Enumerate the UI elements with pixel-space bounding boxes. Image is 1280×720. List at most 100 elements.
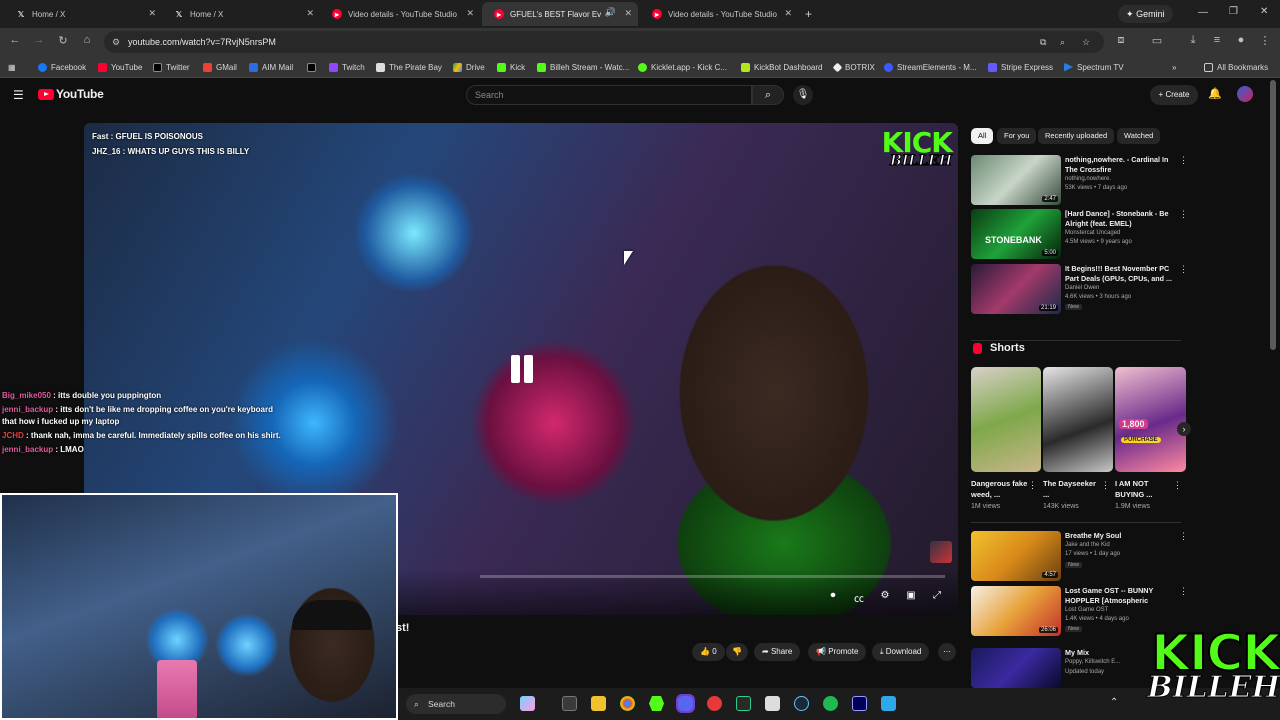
chip-watched[interactable]: Watched	[1117, 128, 1161, 144]
app-blue-icon[interactable]	[881, 696, 896, 711]
search-input[interactable]: Search	[466, 85, 752, 105]
download-icon[interactable]: ⤓	[1186, 34, 1200, 47]
video-title[interactable]: [Hard Dance] - Stonebank - Be Alright (f…	[1065, 209, 1173, 229]
bookmark-x[interactable]	[307, 60, 320, 74]
channel-watermark[interactable]	[930, 541, 952, 563]
menu-kebab-icon[interactable]: ⋮	[1258, 34, 1272, 47]
video-title[interactable]: It Begins!!! Best November PC Part Deals…	[1065, 264, 1173, 284]
video-thumbnail[interactable]: 4:57	[971, 531, 1061, 581]
channel-name[interactable]: Monstercat Uncaged	[1065, 230, 1120, 236]
bookmark-aim-mail[interactable]: AIM Mail	[249, 60, 293, 74]
chip-all[interactable]: All	[971, 128, 994, 144]
tab-search-icon[interactable]: ▭	[1150, 34, 1164, 47]
tab-youtube-studio-1[interactable]: ▸ Video details - YouTube Studio ✕	[320, 2, 480, 26]
tab-home-x-1[interactable]: 𝕏 Home / X ✕	[4, 2, 162, 26]
recommended-video[interactable]: 2:47 nothing,nowhere. - Cardinal In The …	[971, 155, 1188, 205]
window-close-icon[interactable]: ✕	[1260, 6, 1268, 17]
bookmark-star-icon[interactable]: ☆	[1082, 31, 1090, 53]
progress-bar[interactable]	[480, 575, 945, 578]
chip-for-you[interactable]: For you	[997, 128, 1037, 144]
share-button[interactable]: ➦ Share	[754, 643, 801, 661]
more-bookmarks-icon[interactable]: »	[1172, 60, 1176, 74]
tray-chevron-up-icon[interactable]: ⌃	[1110, 697, 1118, 708]
short-title[interactable]: I AM NOT BUYING ...	[1115, 478, 1173, 500]
gemini-button[interactable]: ✦ Gemini	[1118, 5, 1173, 23]
close-tab-icon[interactable]: ✕	[466, 8, 474, 19]
more-vertical-icon[interactable]: ⋮	[1179, 264, 1188, 275]
pause-button[interactable]	[504, 351, 540, 387]
short-thumbnail[interactable]: 1,800 PURCHASE	[1115, 367, 1186, 472]
address-bar[interactable]: ⚙ youtube.com/watch?v=7RvjN5nrsPM ⧉ ⌕ ☆	[104, 31, 1104, 53]
app-red-icon[interactable]	[707, 696, 722, 711]
close-tab-icon[interactable]: ✕	[624, 8, 632, 19]
page-scrollbar[interactable]	[1270, 80, 1276, 350]
chevron-right-icon[interactable]: ›	[1177, 422, 1191, 436]
more-vertical-icon[interactable]: ⋮	[1179, 209, 1188, 220]
promote-button[interactable]: 📢 Promote	[808, 643, 867, 661]
forward-icon[interactable]: →	[32, 34, 46, 46]
video-thumbnail[interactable]: 2:47	[971, 155, 1061, 205]
spotify-icon[interactable]	[823, 696, 838, 711]
miniplayer-icon[interactable]: ▣	[904, 590, 918, 601]
video-thumbnail[interactable]: STONEBANK 5:00	[971, 209, 1061, 259]
bookmark-stripe[interactable]: Stripe Express	[988, 60, 1053, 74]
more-vertical-icon[interactable]: ⋮	[1179, 586, 1188, 597]
subtitles-icon[interactable]: ㏄	[852, 590, 866, 605]
more-vertical-icon[interactable]: ⋮	[1101, 480, 1110, 491]
more-vertical-icon[interactable]: ⋮	[1173, 480, 1182, 491]
bookmark-botrix[interactable]: BOTRIX	[832, 60, 875, 74]
apps-icon[interactable]: ▦	[8, 60, 16, 74]
profile-icon[interactable]: ●	[1234, 34, 1248, 46]
search-button[interactable]: ⌕	[752, 85, 784, 105]
voice-search-button[interactable]: 🎙	[793, 85, 813, 105]
extensions-icon[interactable]: ⧈	[1114, 34, 1128, 47]
close-tab-icon[interactable]: ✕	[784, 8, 792, 19]
bookmark-drive[interactable]: Drive	[453, 60, 485, 74]
bookmark-spectrum[interactable]: Spectrum TV	[1064, 60, 1124, 74]
tab-youtube-studio-2[interactable]: ▸ Video details - YouTube Studio ✕	[640, 2, 798, 26]
avatar[interactable]	[1237, 86, 1253, 102]
video-title[interactable]: Lost Game OST -- BUNNY HOPPLER [Atmosphe…	[1065, 586, 1173, 606]
more-vertical-icon[interactable]: ⋮	[1179, 531, 1188, 542]
channel-name[interactable]: Poppy, Killswitch E...	[1065, 659, 1120, 665]
channel-name[interactable]: Jake and the Kid	[1065, 542, 1110, 548]
obs-icon[interactable]	[765, 696, 780, 711]
recommended-video[interactable]: 4:57 Breathe My Soul Jake and the Kid 17…	[971, 531, 1188, 581]
bookmark-pirate-bay[interactable]: The Pirate Bay	[376, 60, 442, 74]
chrome-icon[interactable]	[620, 696, 635, 711]
more-vertical-icon[interactable]: ⋮	[1179, 155, 1188, 166]
more-actions-button[interactable]: ⋯	[938, 643, 956, 661]
bookmark-twitch[interactable]: Twitch	[329, 60, 365, 74]
restore-icon[interactable]: ❐	[1229, 6, 1238, 17]
video-title[interactable]: nothing,nowhere. - Cardinal In The Cross…	[1065, 155, 1173, 175]
task-view-icon[interactable]	[562, 696, 577, 711]
bookmark-kick[interactable]: Kick	[497, 60, 525, 74]
bookmark-streamelements[interactable]: StreamElements - M...	[884, 60, 977, 74]
channel-name[interactable]: Daniel Owen	[1065, 285, 1099, 291]
bookmark-kicklet[interactable]: Kicklet.app - Kick C...	[638, 60, 727, 74]
settings-gear-icon[interactable]: ⚙	[878, 590, 892, 601]
site-info-icon[interactable]: ⚙	[112, 31, 120, 53]
short-thumbnail[interactable]	[971, 367, 1041, 472]
recommended-video[interactable]: 21:19 It Begins!!! Best November PC Part…	[971, 264, 1188, 314]
video-thumbnail[interactable]: 26:06	[971, 586, 1061, 636]
more-vertical-icon[interactable]: ⋮	[1028, 480, 1037, 491]
discord-icon[interactable]	[676, 694, 695, 713]
close-tab-icon[interactable]: ✕	[306, 8, 314, 19]
file-explorer-icon[interactable]	[591, 696, 606, 711]
app-terminal-icon[interactable]	[736, 696, 751, 711]
tab-home-x-2[interactable]: 𝕏 Home / X ✕	[162, 2, 320, 26]
speaker-icon[interactable]: 🔊	[605, 7, 616, 18]
chip-recently-uploaded[interactable]: Recently uploaded	[1038, 128, 1115, 144]
close-tab-icon[interactable]: ✕	[148, 8, 156, 19]
taskbar-search[interactable]: ⌕ Search	[406, 694, 506, 714]
youtube-logo[interactable]: YouTube	[38, 87, 104, 101]
zoom-icon[interactable]: ⌕	[1060, 31, 1065, 53]
channel-name[interactable]: nothing,nowhere.	[1065, 176, 1111, 182]
fullscreen-icon[interactable]: ⤢	[930, 590, 944, 601]
reload-icon[interactable]: ↻	[56, 34, 70, 47]
bookmark-twitter[interactable]: Twitter	[153, 60, 190, 74]
mix-thumbnail[interactable]	[971, 648, 1061, 688]
install-app-icon[interactable]: ⧉	[1040, 31, 1046, 53]
like-button[interactable]: 👍 0	[692, 643, 725, 661]
